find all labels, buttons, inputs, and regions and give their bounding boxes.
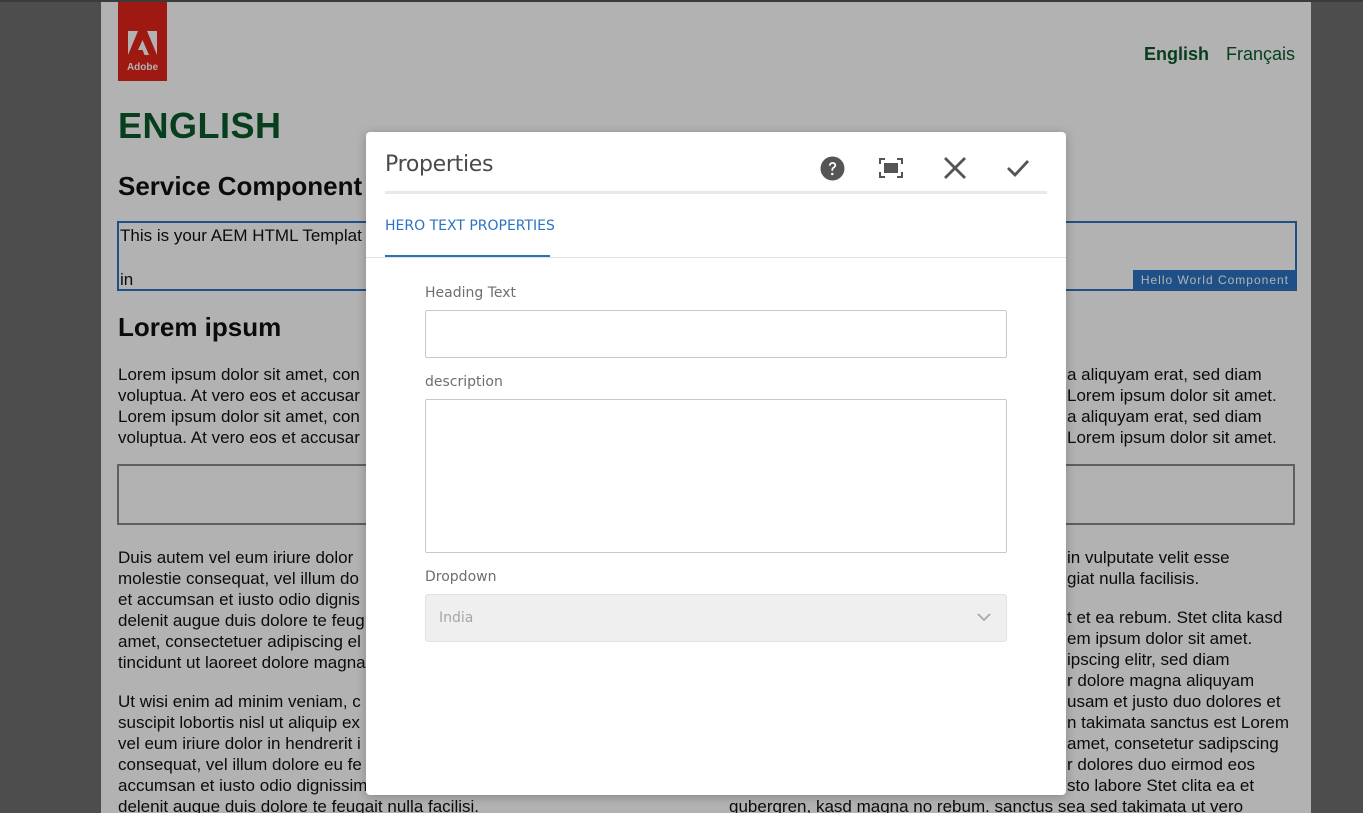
chevron-down-icon xyxy=(977,613,991,622)
dropdown-selected-value: India xyxy=(439,610,474,626)
done-button[interactable] xyxy=(1000,150,1036,186)
checkmark-icon xyxy=(1007,160,1030,178)
tab-hero-text-properties[interactable]: HERO TEXT PROPERTIES xyxy=(385,218,555,234)
help-icon xyxy=(820,156,844,180)
help-button[interactable] xyxy=(814,150,850,186)
fullscreen-button[interactable] xyxy=(873,150,909,186)
dialog-title: Properties xyxy=(385,152,494,177)
description-textarea[interactable] xyxy=(425,399,1007,553)
header-divider xyxy=(385,191,1047,194)
tab-divider xyxy=(366,257,1066,258)
dropdown-label: Dropdown xyxy=(425,569,497,585)
fullscreen-icon xyxy=(879,158,903,178)
close-button[interactable] xyxy=(937,150,973,186)
heading-text-input[interactable] xyxy=(425,310,1007,358)
close-icon xyxy=(944,157,966,179)
country-dropdown[interactable]: India xyxy=(425,594,1007,642)
heading-text-label: Heading Text xyxy=(425,285,517,301)
properties-dialog: Properties HERO TEXT PROPERTIES Heading … xyxy=(366,132,1066,795)
description-label: description xyxy=(425,374,503,390)
